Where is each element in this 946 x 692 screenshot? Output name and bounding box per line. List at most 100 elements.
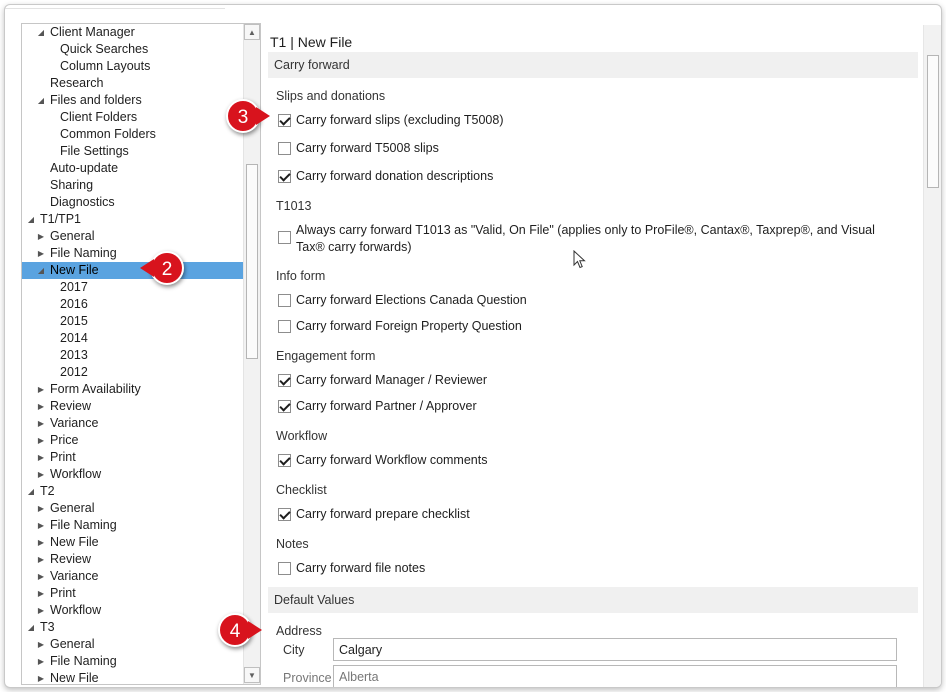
- tree-item[interactable]: ▶ Print: [22, 449, 244, 466]
- top-strip: [5, 5, 225, 9]
- collapse-arrow-icon[interactable]: ▶: [36, 432, 46, 449]
- file-notes-checkbox[interactable]: [278, 562, 291, 575]
- tree-item[interactable]: Common Folders: [22, 126, 244, 143]
- tree-item[interactable]: File Settings: [22, 143, 244, 160]
- slips-excl-t5008-option[interactable]: Carry forward slips (excluding T5008): [278, 112, 504, 130]
- tree-item[interactable]: ◢ T3: [22, 619, 244, 636]
- tree-item[interactable]: Auto-update: [22, 160, 244, 177]
- foreign-property-checkbox[interactable]: [278, 320, 291, 333]
- tree-item[interactable]: ◢ New File: [22, 262, 244, 279]
- tree-item[interactable]: 2012: [22, 364, 244, 381]
- tree-item-label: Client Manager: [50, 25, 135, 39]
- partner-approver-checkbox[interactable]: [278, 400, 291, 413]
- tree-item[interactable]: Column Layouts: [22, 58, 244, 75]
- expand-arrow-icon[interactable]: ◢: [36, 92, 46, 109]
- scroll-up-arrow-icon[interactable]: ▲: [244, 24, 260, 40]
- collapse-arrow-icon[interactable]: ▶: [36, 245, 46, 262]
- prepare-checklist-label: Carry forward prepare checklist: [296, 507, 470, 521]
- tree-item[interactable]: ◢ Files and folders: [22, 92, 244, 109]
- tree-item[interactable]: 2015: [22, 313, 244, 330]
- donation-desc-checkbox[interactable]: [278, 170, 291, 183]
- foreign-property-option[interactable]: Carry forward Foreign Property Question: [278, 318, 522, 336]
- expand-arrow-icon[interactable]: ◢: [36, 24, 46, 41]
- tree-item[interactable]: ▶ Review: [22, 551, 244, 568]
- tree-item[interactable]: ▶ File Naming: [22, 245, 244, 262]
- tree-item[interactable]: ▶ General: [22, 500, 244, 517]
- partner-approver-option[interactable]: Carry forward Partner / Approver: [278, 398, 477, 416]
- expand-arrow-icon[interactable]: ◢: [26, 619, 36, 636]
- tree-item[interactable]: 2014: [22, 330, 244, 347]
- collapse-arrow-icon[interactable]: ▶: [36, 517, 46, 534]
- collapse-arrow-icon[interactable]: ▶: [36, 636, 46, 653]
- elections-canada-checkbox[interactable]: [278, 294, 291, 307]
- expand-arrow-icon[interactable]: ◢: [36, 262, 46, 279]
- tree-item[interactable]: Diagnostics: [22, 194, 244, 211]
- tree-item[interactable]: Client Folders: [22, 109, 244, 126]
- file-notes-option[interactable]: Carry forward file notes: [278, 560, 425, 578]
- callout-4-pointer: [248, 621, 262, 639]
- t1013-valid-option[interactable]: Always carry forward T1013 as "Valid, On…: [278, 222, 908, 258]
- tree-item[interactable]: Research: [22, 75, 244, 92]
- tree-item[interactable]: ▶ Workflow: [22, 602, 244, 619]
- manager-reviewer-option[interactable]: Carry forward Manager / Reviewer: [278, 372, 487, 390]
- elections-canada-option[interactable]: Carry forward Elections Canada Question: [278, 292, 527, 310]
- tree-item[interactable]: ▶ General: [22, 636, 244, 653]
- prepare-checklist-option[interactable]: Carry forward prepare checklist: [278, 506, 470, 524]
- collapse-arrow-icon[interactable]: ▶: [36, 228, 46, 245]
- tree-item[interactable]: ▶ New File: [22, 670, 244, 684]
- collapse-arrow-icon[interactable]: ▶: [36, 500, 46, 517]
- scroll-down-arrow-icon[interactable]: ▼: [244, 667, 260, 683]
- collapse-arrow-icon[interactable]: ▶: [36, 415, 46, 432]
- collapse-arrow-icon[interactable]: ▶: [36, 398, 46, 415]
- collapse-arrow-icon[interactable]: ▶: [36, 670, 46, 684]
- tree-item[interactable]: ▶ Print: [22, 585, 244, 602]
- collapse-arrow-icon[interactable]: ▶: [36, 551, 46, 568]
- tree-item[interactable]: ▶ New File: [22, 534, 244, 551]
- content-scroll-thumb[interactable]: [927, 55, 939, 188]
- collapse-arrow-icon[interactable]: ▶: [36, 585, 46, 602]
- tree-item[interactable]: ▶ Workflow: [22, 466, 244, 483]
- tree-item-label: Review: [50, 552, 91, 566]
- collapse-arrow-icon[interactable]: ▶: [36, 568, 46, 585]
- tree-item[interactable]: ▶ Variance: [22, 415, 244, 432]
- prepare-checklist-checkbox[interactable]: [278, 508, 291, 521]
- t1013-valid-checkbox[interactable]: [278, 231, 291, 244]
- tree-item[interactable]: ▶ Variance: [22, 568, 244, 585]
- slips-excl-t5008-checkbox[interactable]: [278, 114, 291, 127]
- tree-item[interactable]: 2013: [22, 347, 244, 364]
- tree-item[interactable]: 2017: [22, 279, 244, 296]
- collapse-arrow-icon[interactable]: ▶: [36, 466, 46, 483]
- city-input[interactable]: [333, 638, 897, 661]
- content-scrollbar[interactable]: [923, 25, 941, 687]
- expand-arrow-icon[interactable]: ◢: [26, 483, 36, 500]
- checklist-group-label: Checklist: [276, 483, 327, 497]
- collapse-arrow-icon[interactable]: ▶: [36, 381, 46, 398]
- workflow-comments-checkbox[interactable]: [278, 454, 291, 467]
- tree-item-label: 2017: [60, 280, 88, 294]
- workflow-comments-option[interactable]: Carry forward Workflow comments: [278, 452, 487, 470]
- tree-item[interactable]: ▶ Form Availability: [22, 381, 244, 398]
- tree-item[interactable]: ▶ Price: [22, 432, 244, 449]
- province-input[interactable]: [333, 665, 897, 687]
- tree-item[interactable]: ▶ File Naming: [22, 653, 244, 670]
- collapse-arrow-icon[interactable]: ▶: [36, 602, 46, 619]
- collapse-arrow-icon[interactable]: ▶: [36, 449, 46, 466]
- tree-item[interactable]: Sharing: [22, 177, 244, 194]
- tree-item[interactable]: Quick Searches: [22, 41, 244, 58]
- tree-item[interactable]: ▶ File Naming: [22, 517, 244, 534]
- tree-item-label: Variance: [50, 416, 99, 430]
- tree-item[interactable]: ◢ T1/TP1: [22, 211, 244, 228]
- collapse-arrow-icon[interactable]: ▶: [36, 534, 46, 551]
- tree-scroll-thumb[interactable]: [246, 164, 258, 359]
- tree-item[interactable]: ◢ Client Manager: [22, 24, 244, 41]
- tree-item[interactable]: 2016: [22, 296, 244, 313]
- donation-desc-option[interactable]: Carry forward donation descriptions: [278, 168, 493, 186]
- tree-item[interactable]: ▶ Review: [22, 398, 244, 415]
- t5008-slips-option[interactable]: Carry forward T5008 slips: [278, 140, 439, 158]
- tree-item[interactable]: ▶ General: [22, 228, 244, 245]
- tree-item[interactable]: ◢ T2: [22, 483, 244, 500]
- expand-arrow-icon[interactable]: ◢: [26, 211, 36, 228]
- manager-reviewer-checkbox[interactable]: [278, 374, 291, 387]
- collapse-arrow-icon[interactable]: ▶: [36, 653, 46, 670]
- t5008-slips-checkbox[interactable]: [278, 142, 291, 155]
